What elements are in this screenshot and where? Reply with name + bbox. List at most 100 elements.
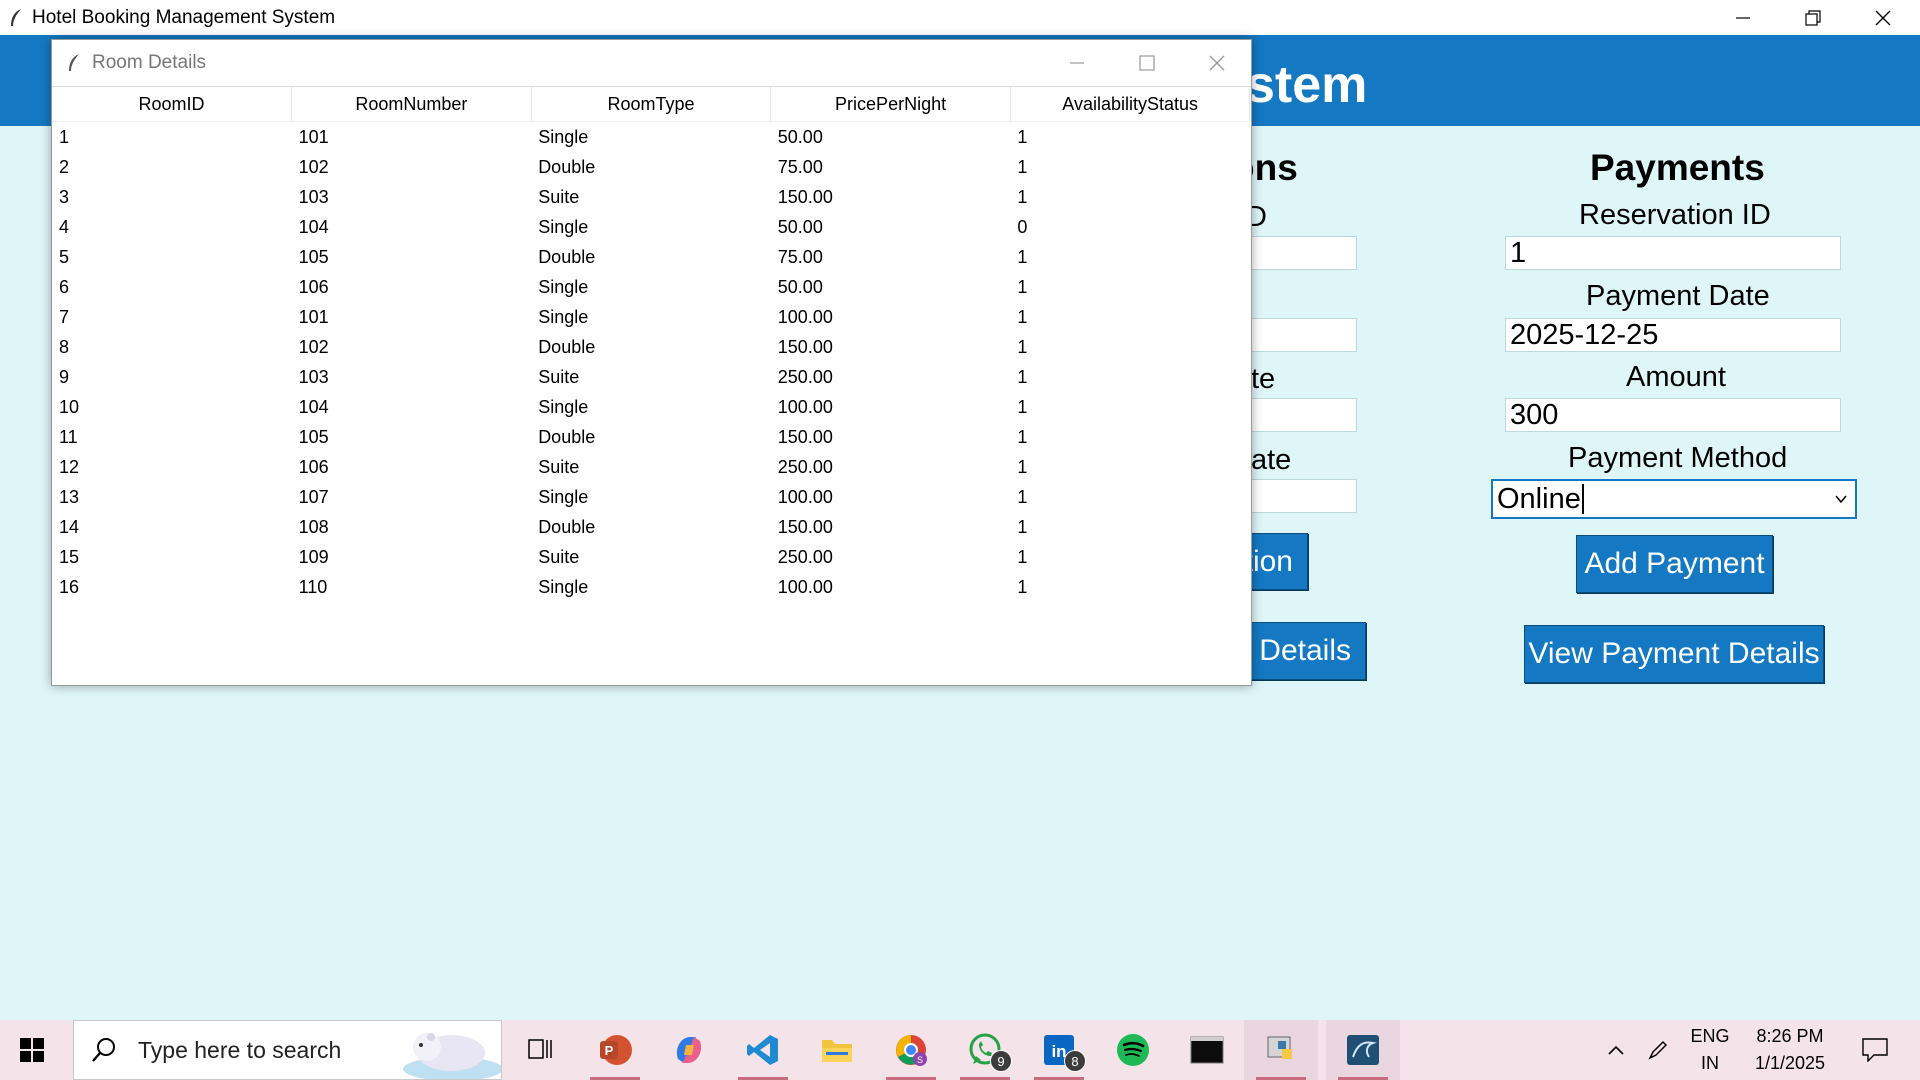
table-row[interactable]: 16 110 Single 100.00 1 <box>52 572 1250 602</box>
table-cell: 0 <box>1017 216 1028 237</box>
table-cell: 7 <box>59 306 70 327</box>
table-cell: 50.00 <box>777 216 823 237</box>
taskbar-app-vscode[interactable] <box>726 1020 800 1080</box>
table-row[interactable]: 9 103 Suite 250.00 1 <box>52 362 1250 392</box>
chevron-down-icon <box>1835 495 1847 504</box>
task-view-button[interactable] <box>504 1020 578 1080</box>
table-cell: 110 <box>298 576 328 597</box>
restore-button[interactable] <box>1778 0 1848 35</box>
table-cell: 101 <box>298 306 329 327</box>
start-button[interactable] <box>20 1038 44 1067</box>
table-cell: 1 <box>1017 186 1028 207</box>
add-payment-button[interactable]: Add Payment <box>1576 535 1773 593</box>
table-cell: 103 <box>298 186 329 207</box>
rooms-table-container[interactable]: RoomID RoomNumber RoomType PricePerNight Ava… <box>52 87 1251 684</box>
column-header-roomnumber[interactable]: RoomNumber <box>291 87 532 122</box>
table-cell: 1 <box>1017 396 1028 417</box>
table-cell: 1 <box>1017 546 1028 567</box>
table-cell: Single <box>538 486 589 507</box>
table-cell: 105 <box>298 426 329 447</box>
table-cell: 1 <box>1017 306 1028 327</box>
column-header-pricepernight[interactable]: PricePerNight <box>770 87 1011 122</box>
payment-method-value: Online <box>1497 482 1581 515</box>
taskbar-app-copilot[interactable] <box>652 1020 726 1080</box>
table-cell: 14 <box>59 516 80 537</box>
table-row[interactable]: 7 101 Single 100.00 1 <box>52 302 1250 332</box>
taskbar-app-terminal[interactable] <box>1170 1020 1244 1080</box>
maximize-icon <box>1139 55 1155 71</box>
table-row[interactable]: 12 106 Suite 250.00 1 <box>52 452 1250 482</box>
clock-time: 8:26 PM <box>1756 1026 1824 1046</box>
table-cell: Single <box>538 306 589 327</box>
table-row[interactable]: 11 105 Double 150.00 1 <box>52 422 1250 452</box>
view-payment-details-button[interactable]: View Payment Details <box>1524 625 1824 683</box>
table-cell: 12 <box>59 456 80 477</box>
table-row[interactable]: 14 108 Double 150.00 1 <box>52 512 1250 542</box>
table-cell: 4 <box>59 216 70 237</box>
table-cell: 100.00 <box>777 486 833 507</box>
search-placeholder: Type here to search <box>138 1036 342 1063</box>
taskbar-app-mysql-workbench[interactable] <box>1326 1020 1400 1080</box>
windows-logo-icon <box>20 1038 44 1062</box>
table-cell: 101 <box>298 126 329 147</box>
table-row[interactable]: 4 104 Single 50.00 0 <box>52 212 1250 242</box>
table-cell: 102 <box>298 156 329 177</box>
table-cell: Suite <box>538 456 580 477</box>
table-row[interactable]: 10 104 Single 100.00 1 <box>52 392 1250 422</box>
reservation-id-label: Reservation ID <box>1579 199 1771 231</box>
table-row[interactable]: 8 102 Double 150.00 1 <box>52 332 1250 362</box>
table-cell: Double <box>538 246 596 267</box>
taskbar-app-python[interactable] <box>1244 1020 1318 1080</box>
notification-center-button[interactable] <box>1850 1020 1900 1080</box>
table-cell: 75.00 <box>777 246 823 267</box>
dialog-titlebar[interactable]: Room Details <box>52 40 1251 87</box>
table-row[interactable]: 2 102 Double 75.00 1 <box>52 152 1250 182</box>
table-cell: Suite <box>538 546 580 567</box>
taskbar: Type here to search P S 9 in 8 ENG IN 8:… <box>0 1020 1920 1080</box>
close-button[interactable] <box>1848 0 1918 35</box>
language-indicator[interactable]: ENG IN <box>1680 1020 1740 1080</box>
show-hidden-icons-button[interactable] <box>1598 1020 1634 1080</box>
taskbar-app-whatsapp[interactable]: 9 <box>948 1020 1022 1080</box>
taskbar-app-powerpoint[interactable]: P <box>578 1020 652 1080</box>
table-row[interactable]: 13 107 Single 100.00 1 <box>52 482 1250 512</box>
reservation-field-label-3: te <box>1251 363 1276 395</box>
feather-app-icon <box>69 54 79 71</box>
payments-heading: Payments <box>1590 147 1765 188</box>
taskbar-app-linkedin[interactable]: in 8 <box>1022 1020 1096 1080</box>
python-icon <box>1267 1036 1292 1059</box>
minimize-button[interactable] <box>1708 0 1778 35</box>
column-header-roomid[interactable]: RoomID <box>52 87 293 122</box>
taskbar-search-box[interactable]: Type here to search <box>73 1020 502 1080</box>
table-row[interactable]: 3 103 Suite 150.00 1 <box>52 182 1250 212</box>
taskbar-app-file-explorer[interactable] <box>800 1020 874 1080</box>
dialog-maximize-button[interactable] <box>1117 40 1177 86</box>
table-cell: 16 <box>59 576 80 597</box>
amount-input[interactable] <box>1505 398 1841 432</box>
table-row[interactable]: 6 106 Single 50.00 1 <box>52 272 1250 302</box>
taskbar-app-chrome[interactable]: S <box>874 1020 948 1080</box>
table-row[interactable]: 5 105 Double 75.00 1 <box>52 242 1250 272</box>
table-cell: Single <box>538 216 589 237</box>
table-row[interactable]: 1 101 Single 50.00 1 <box>52 122 1250 153</box>
table-cell: Double <box>538 516 596 537</box>
main-window-titlebar[interactable]: Hotel Booking Management System <box>0 0 1920 35</box>
clock[interactable]: 8:26 PM 1/1/2025 <box>1740 1020 1840 1080</box>
view-reservation-details-label: s Details <box>1235 634 1351 667</box>
dialog-minimize-button[interactable] <box>1047 40 1107 86</box>
dialog-close-button[interactable] <box>1187 40 1247 86</box>
table-cell: Single <box>538 126 589 147</box>
pen-tray-button[interactable] <box>1640 1020 1676 1080</box>
svg-text:P: P <box>605 1043 614 1058</box>
payment-method-select[interactable]: Online <box>1491 479 1857 519</box>
column-header-roomtype[interactable]: RoomType <box>531 87 772 122</box>
payment-date-label: Payment Date <box>1586 280 1770 312</box>
payment-date-input[interactable] <box>1505 318 1841 352</box>
reservation-id-input[interactable] <box>1505 236 1841 270</box>
table-cell: 9 <box>59 366 70 387</box>
table-row[interactable]: 15 109 Suite 250.00 1 <box>52 542 1250 572</box>
table-cell: 1 <box>1017 456 1028 477</box>
table-cell: 107 <box>298 486 329 507</box>
taskbar-app-spotify[interactable] <box>1096 1020 1170 1080</box>
column-header-availabilitystatus[interactable]: AvailabilityStatus <box>1010 87 1251 122</box>
